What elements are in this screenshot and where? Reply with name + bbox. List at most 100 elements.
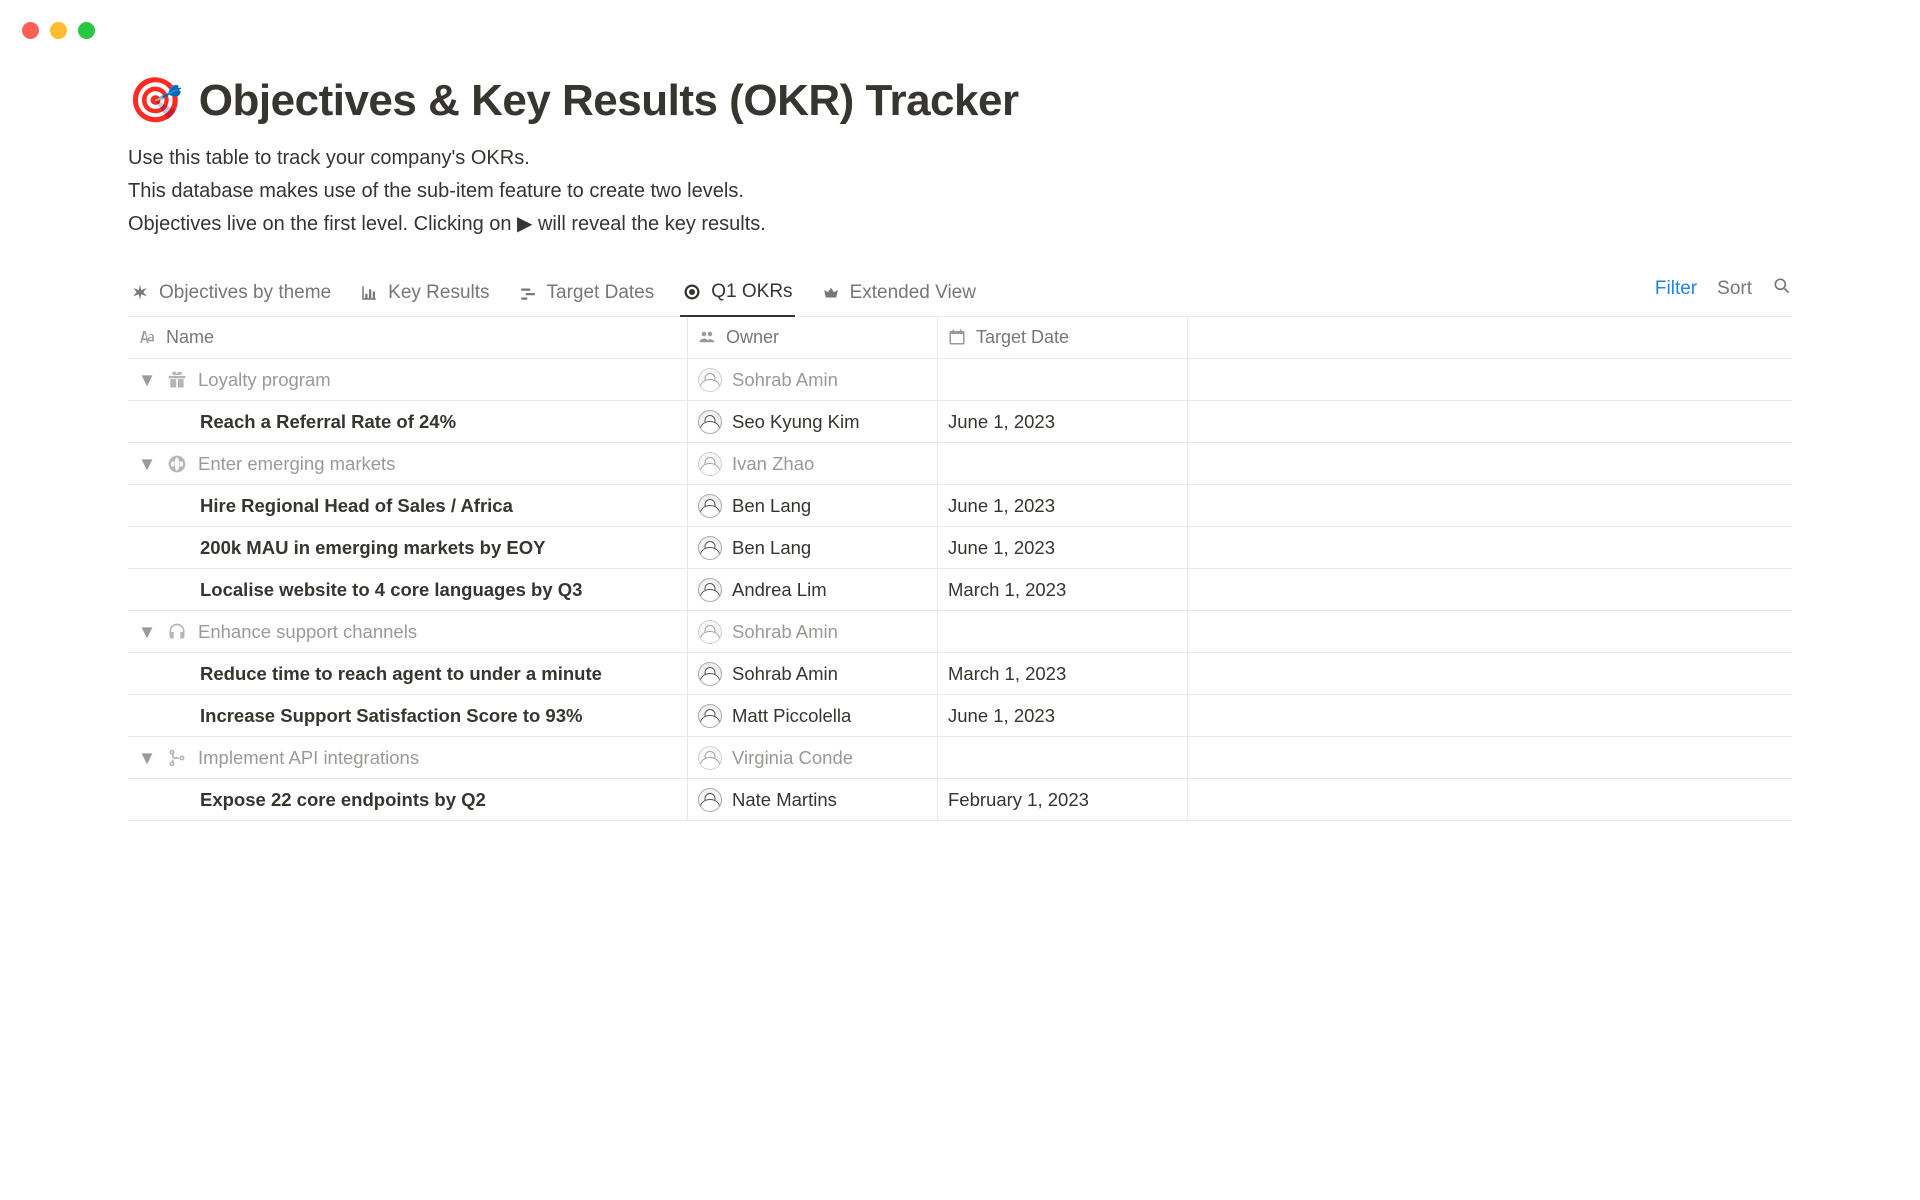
owner-name: Matt Piccolella bbox=[732, 705, 851, 727]
avatar bbox=[698, 704, 722, 728]
column-label: Owner bbox=[726, 327, 779, 348]
globe-icon bbox=[166, 453, 188, 475]
tab-label: Extended View bbox=[850, 282, 976, 304]
search-icon[interactable] bbox=[1772, 276, 1792, 301]
table-row[interactable]: Reach a Referral Rate of 24% Seo Kyung K… bbox=[128, 401, 1792, 443]
owner-name: Nate Martins bbox=[732, 789, 837, 811]
owner-name: Sohrab Amin bbox=[732, 369, 838, 391]
avatar bbox=[698, 788, 722, 812]
page-icon[interactable]: 🎯 bbox=[128, 79, 183, 123]
gift-icon bbox=[166, 369, 188, 391]
key-result-name: Increase Support Satisfaction Score to 9… bbox=[200, 705, 582, 727]
column-header-extra[interactable] bbox=[1188, 317, 1792, 358]
table-row[interactable]: Reduce time to reach agent to under a mi… bbox=[128, 653, 1792, 695]
people-icon bbox=[698, 328, 717, 347]
crown-icon bbox=[821, 283, 841, 303]
column-label: Target Date bbox=[976, 327, 1069, 348]
table-row[interactable]: ▼ Enhance support channels Sohrab Amin bbox=[128, 611, 1792, 653]
view-actions: Filter Sort bbox=[1655, 276, 1792, 313]
page-description-line[interactable]: Objectives live on the first level. Clic… bbox=[128, 210, 1792, 239]
filter-button[interactable]: Filter bbox=[1655, 278, 1697, 300]
chevron-down-icon[interactable]: ▼ bbox=[138, 747, 156, 769]
table-row[interactable]: Hire Regional Head of Sales / Africa Ben… bbox=[128, 485, 1792, 527]
tab-key-results[interactable]: Key Results bbox=[357, 273, 491, 316]
tab-label: Objectives by theme bbox=[159, 282, 331, 304]
chevron-down-icon[interactable]: ▼ bbox=[138, 369, 156, 391]
avatar bbox=[698, 578, 722, 602]
avatar bbox=[698, 662, 722, 686]
bar-chart-icon bbox=[359, 283, 379, 303]
page-description-line[interactable]: Use this table to track your company's O… bbox=[128, 144, 1792, 173]
page-title[interactable]: Objectives & Key Results (OKR) Tracker bbox=[199, 76, 1019, 126]
view-tabs: Objectives by theme Key Results Target D… bbox=[128, 273, 1792, 317]
key-result-name: Expose 22 core endpoints by Q2 bbox=[200, 789, 486, 811]
column-label: Name bbox=[166, 327, 214, 348]
page-content: 🎯 Objectives & Key Results (OKR) Tracker… bbox=[0, 0, 1920, 821]
owner-name: Sohrab Amin bbox=[732, 621, 838, 643]
tab-label: Key Results bbox=[388, 282, 489, 304]
tab-extended-view[interactable]: Extended View bbox=[819, 273, 978, 316]
table-row[interactable]: Localise website to 4 core languages by … bbox=[128, 569, 1792, 611]
owner-name: Sohrab Amin bbox=[732, 663, 838, 685]
text-icon bbox=[138, 328, 157, 347]
target-date: June 1, 2023 bbox=[948, 537, 1055, 559]
maximize-window-button[interactable] bbox=[78, 22, 95, 39]
table-row[interactable]: ▼ Enter emerging markets Ivan Zhao bbox=[128, 443, 1792, 485]
key-result-name: Hire Regional Head of Sales / Africa bbox=[200, 495, 513, 517]
minimize-window-button[interactable] bbox=[50, 22, 67, 39]
page-header: 🎯 Objectives & Key Results (OKR) Tracker bbox=[128, 76, 1792, 126]
owner-name: Seo Kyung Kim bbox=[732, 411, 860, 433]
headset-icon bbox=[166, 621, 188, 643]
owner-name: Andrea Lim bbox=[732, 579, 827, 601]
objective-name: Loyalty program bbox=[198, 369, 331, 391]
target-date: February 1, 2023 bbox=[948, 789, 1089, 811]
target-date: March 1, 2023 bbox=[948, 663, 1066, 685]
chevron-down-icon[interactable]: ▼ bbox=[138, 453, 156, 475]
target-icon bbox=[682, 282, 702, 302]
tab-target-dates[interactable]: Target Dates bbox=[516, 273, 657, 316]
avatar bbox=[698, 536, 722, 560]
column-header-target-date[interactable]: Target Date bbox=[938, 317, 1188, 358]
tab-q1-okrs[interactable]: Q1 OKRs bbox=[680, 273, 794, 317]
avatar bbox=[698, 368, 722, 392]
key-result-name: Reach a Referral Rate of 24% bbox=[200, 411, 456, 433]
page-description-line[interactable]: This database makes use of the sub-item … bbox=[128, 177, 1792, 206]
table-row[interactable]: Increase Support Satisfaction Score to 9… bbox=[128, 695, 1792, 737]
owner-name: Virginia Conde bbox=[732, 747, 853, 769]
table-row[interactable]: ▼ Implement API integrations Virginia Co… bbox=[128, 737, 1792, 779]
target-date: June 1, 2023 bbox=[948, 495, 1055, 517]
sort-button[interactable]: Sort bbox=[1717, 278, 1752, 300]
okr-table: Name Owner Target Date ▼ Loyalty program bbox=[128, 317, 1792, 821]
close-window-button[interactable] bbox=[22, 22, 39, 39]
avatar bbox=[698, 494, 722, 518]
view-tab-list: Objectives by theme Key Results Target D… bbox=[128, 273, 978, 316]
app-window: 🎯 Objectives & Key Results (OKR) Tracker… bbox=[0, 0, 1920, 1200]
objective-name: Enhance support channels bbox=[198, 621, 417, 643]
target-date: March 1, 2023 bbox=[948, 579, 1066, 601]
branch-icon bbox=[166, 747, 188, 769]
asterisk-icon bbox=[130, 283, 150, 303]
table-row[interactable]: Expose 22 core endpoints by Q2 Nate Mart… bbox=[128, 779, 1792, 821]
key-result-name: 200k MAU in emerging markets by EOY bbox=[200, 537, 545, 559]
table-row[interactable]: 200k MAU in emerging markets by EOY Ben … bbox=[128, 527, 1792, 569]
table-row[interactable]: ▼ Loyalty program Sohrab Amin bbox=[128, 359, 1792, 401]
avatar bbox=[698, 410, 722, 434]
target-date: June 1, 2023 bbox=[948, 411, 1055, 433]
column-header-owner[interactable]: Owner bbox=[688, 317, 938, 358]
key-result-name: Reduce time to reach agent to under a mi… bbox=[200, 663, 602, 685]
avatar bbox=[698, 746, 722, 770]
chevron-down-icon[interactable]: ▼ bbox=[138, 621, 156, 643]
avatar bbox=[698, 452, 722, 476]
owner-name: Ivan Zhao bbox=[732, 453, 814, 475]
tab-label: Q1 OKRs bbox=[711, 281, 792, 303]
window-controls bbox=[22, 22, 95, 39]
timeline-icon bbox=[518, 283, 538, 303]
avatar bbox=[698, 620, 722, 644]
objective-name: Enter emerging markets bbox=[198, 453, 395, 475]
owner-name: Ben Lang bbox=[732, 495, 811, 517]
objective-name: Implement API integrations bbox=[198, 747, 419, 769]
target-date: June 1, 2023 bbox=[948, 705, 1055, 727]
column-header-name[interactable]: Name bbox=[128, 317, 688, 358]
tab-objectives-by-theme[interactable]: Objectives by theme bbox=[128, 273, 333, 316]
key-result-name: Localise website to 4 core languages by … bbox=[200, 579, 582, 601]
